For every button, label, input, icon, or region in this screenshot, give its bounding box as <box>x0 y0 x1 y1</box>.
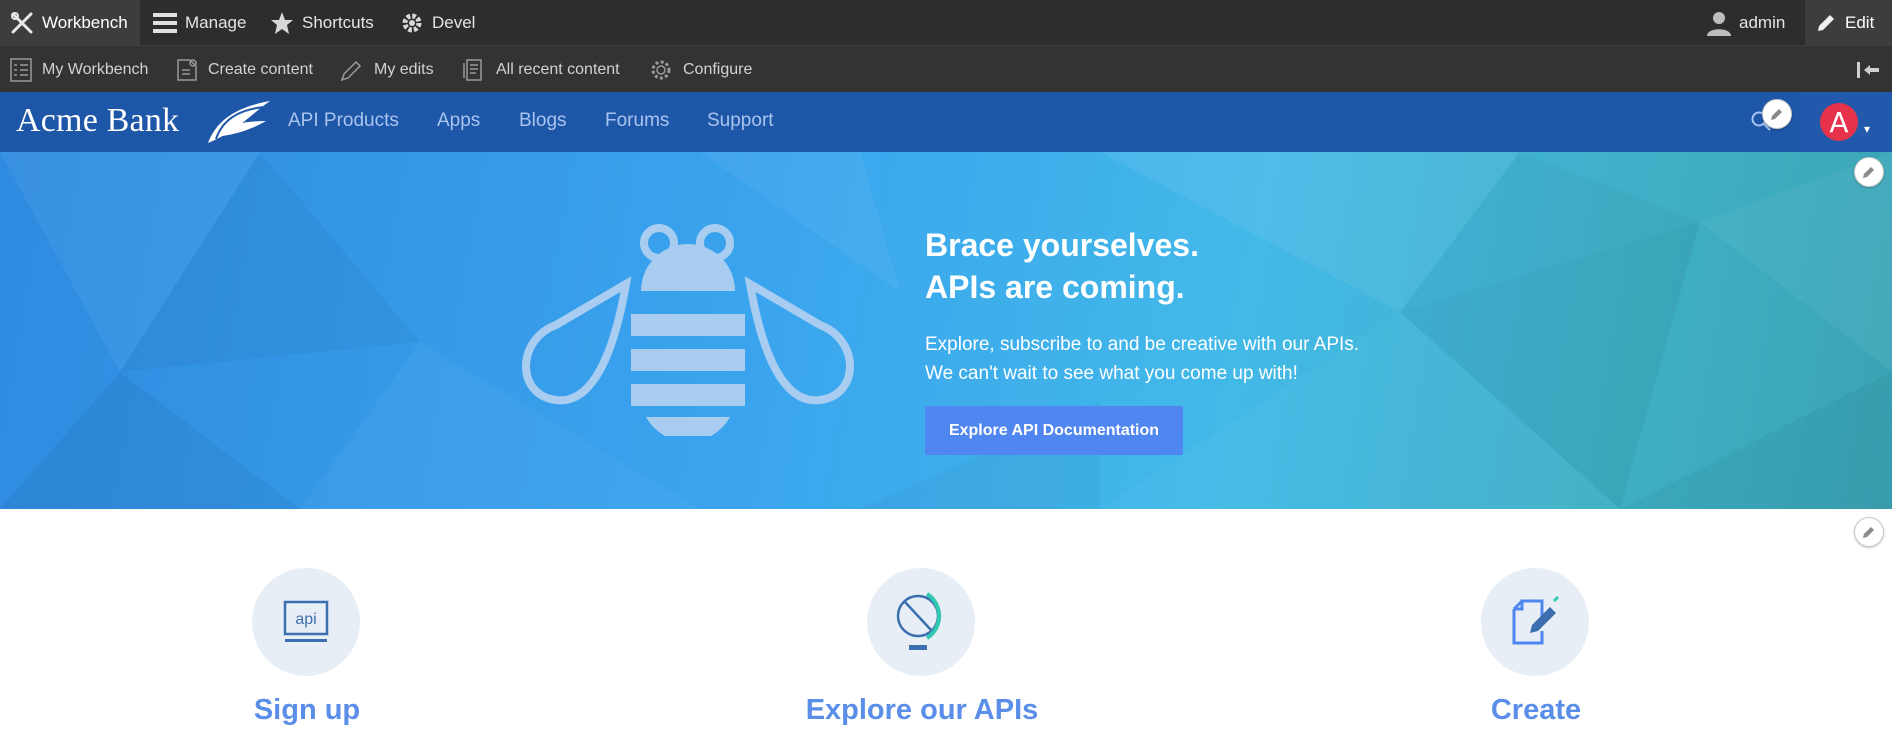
document-add-icon <box>177 58 197 81</box>
nav-apps[interactable]: Apps <box>437 110 480 132</box>
pencil-icon <box>1818 14 1834 31</box>
hero-banner: Brace yourselves. APIs are coming. Explo… <box>0 152 1892 509</box>
feature-explore-icon-circle <box>867 568 975 676</box>
hero-title-line-1: Brace yourselves. <box>925 227 1199 263</box>
tray-my-workbench-label: My Workbench <box>42 60 149 78</box>
tools-icon <box>11 11 33 33</box>
nav-support[interactable]: Support <box>707 110 774 132</box>
site-name[interactable]: Acme Bank <box>16 102 179 140</box>
tray-create-content-label: Create content <box>208 60 313 78</box>
toolbar-tray: My Workbench Create content My edits All… <box>0 45 1892 92</box>
toolbar-shortcuts[interactable]: Shortcuts <box>270 0 374 45</box>
star-icon <box>271 11 293 34</box>
toolbar-user-label: admin <box>1739 12 1786 32</box>
api-icon-text: api <box>295 611 316 628</box>
documents-icon <box>463 58 482 81</box>
toolbar-manage-label: Manage <box>185 12 247 32</box>
tray-configure[interactable]: Configure <box>649 46 752 93</box>
avatar[interactable]: A <box>1820 103 1858 141</box>
toolbar-edit-label: Edit <box>1845 12 1875 32</box>
pencil-icon <box>340 60 362 81</box>
gear-icon <box>402 13 422 32</box>
bee-illustration-icon <box>522 224 854 436</box>
tray-orientation-toggle[interactable] <box>1856 46 1890 93</box>
feature-create-icon-circle <box>1481 568 1589 676</box>
pencil-icon <box>1771 109 1782 120</box>
api-icon: api <box>283 600 329 642</box>
nav-blogs[interactable]: Blogs <box>519 110 567 132</box>
checklist-icon <box>10 57 32 82</box>
toolbar-shortcuts-label: Shortcuts <box>302 12 374 32</box>
globe-icon <box>896 592 942 650</box>
collapse-icon <box>1857 61 1879 78</box>
hero-title-line-2: APIs are coming. <box>925 269 1185 305</box>
tray-my-workbench[interactable]: My Workbench <box>10 46 148 93</box>
toolbar-devel[interactable]: Devel <box>400 0 475 45</box>
toolbar-edit[interactable]: Edit <box>1805 0 1892 45</box>
feature-sign-up-icon-circle: api <box>252 568 360 676</box>
toolbar-manage[interactable]: Manage <box>153 0 246 45</box>
cog-icon <box>651 60 671 79</box>
pencil-icon <box>1863 527 1874 538</box>
tray-configure-label: Configure <box>683 60 753 78</box>
toolbar-workbench-label: Workbench <box>42 12 128 32</box>
user-icon <box>1707 11 1731 36</box>
nav-forums[interactable]: Forums <box>605 110 669 132</box>
tray-create-content[interactable]: Create content <box>176 46 313 93</box>
tray-my-edits[interactable]: My edits <box>340 46 434 93</box>
toolbar-workbench[interactable]: Workbench <box>0 0 140 45</box>
header-edit-pencil[interactable] <box>1762 99 1792 129</box>
hero-edit-pencil[interactable] <box>1854 157 1884 187</box>
document-edit-icon <box>1512 595 1560 645</box>
explore-api-documentation-button[interactable]: Explore API Documentation <box>925 406 1183 455</box>
chevron-down-icon[interactable]: ▾ <box>1864 122 1870 136</box>
tray-all-recent-content[interactable]: All recent content <box>462 46 620 93</box>
admin-toolbar: Workbench Manage Shortcuts Devel admin E… <box>0 0 1892 45</box>
tray-all-recent-content-label: All recent content <box>496 60 620 78</box>
toolbar-devel-label: Devel <box>432 12 476 32</box>
hero-text-line-2: We can't wait to see what you come up wi… <box>925 363 1298 384</box>
toolbar-user[interactable]: admin <box>1707 0 1785 45</box>
leaf-logo-icon[interactable] <box>206 99 272 145</box>
hero-description: Explore, subscribe to and be creative wi… <box>925 330 1359 388</box>
features-edit-pencil[interactable] <box>1854 517 1884 547</box>
tray-my-edits-label: My edits <box>374 60 434 78</box>
pencil-icon <box>1863 167 1874 178</box>
menu-icon <box>153 12 177 33</box>
feature-sign-up-title[interactable]: Sign up <box>107 694 507 727</box>
site-header: Acme Bank API Products Apps Blogs Forums… <box>0 92 1892 152</box>
hero-title: Brace yourselves. APIs are coming. <box>925 224 1199 308</box>
nav-api-products[interactable]: API Products <box>288 110 399 132</box>
feature-explore-title[interactable]: Explore our APIs <box>722 694 1122 727</box>
hero-text-line-1: Explore, subscribe to and be creative wi… <box>925 334 1360 355</box>
feature-create-title[interactable]: Create <box>1336 694 1736 727</box>
